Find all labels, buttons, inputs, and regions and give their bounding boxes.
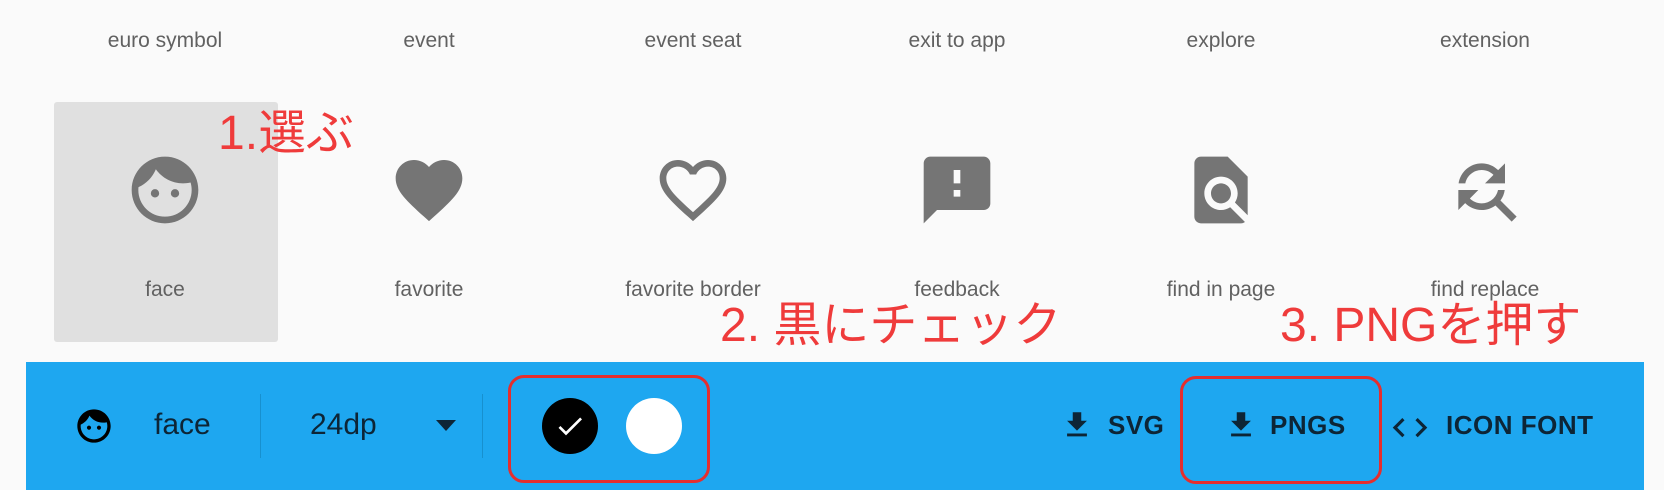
grid-label-exit-to-app[interactable]: exit to app — [825, 29, 1089, 53]
grid-label-explore[interactable]: explore — [1089, 29, 1353, 53]
icon-font-label: ICON FONT — [1446, 410, 1594, 440]
highlight-pngs-button — [1180, 376, 1382, 484]
divider — [482, 394, 483, 458]
divider — [260, 394, 261, 458]
heart-icon[interactable] — [389, 150, 469, 230]
face-icon — [77, 409, 111, 443]
icon-label-face[interactable]: face — [33, 278, 297, 302]
face-icon[interactable] — [125, 150, 205, 230]
selected-icon-name: face — [154, 408, 211, 441]
annotation-step-2: 2. 黒にチェック — [720, 299, 1062, 352]
size-select[interactable]: 24dp — [290, 398, 470, 454]
icon-font-button[interactable]: ICON FONT — [1390, 398, 1630, 454]
annotation-step-3: 3. PNGを押す — [1280, 299, 1582, 352]
size-select-value: 24dp — [310, 408, 377, 441]
heart-outline-icon[interactable] — [653, 150, 733, 230]
grid-label-extension[interactable]: extension — [1353, 29, 1617, 53]
grid-label-euro-symbol[interactable]: euro symbol — [33, 29, 297, 53]
download-svg-button[interactable]: SVG — [1056, 398, 1186, 454]
find-in-page-icon[interactable] — [1181, 150, 1261, 230]
grid-label-event[interactable]: event — [297, 29, 561, 53]
grid-label-event-seat[interactable]: event seat — [561, 29, 825, 53]
download-svg-label: SVG — [1108, 410, 1165, 440]
highlight-color-options — [508, 375, 710, 483]
annotation-step-1: 1.選ぶ — [218, 107, 355, 160]
code-icon — [1392, 418, 1428, 438]
icon-label-favorite[interactable]: favorite — [297, 278, 561, 302]
icon-detail-bar: face 24dp SVG PNGS ICON FONT — [26, 362, 1644, 490]
chevron-down-icon — [436, 420, 456, 431]
find-replace-icon[interactable] — [1445, 150, 1525, 230]
download-icon — [1067, 412, 1087, 437]
feedback-icon[interactable] — [917, 150, 997, 230]
